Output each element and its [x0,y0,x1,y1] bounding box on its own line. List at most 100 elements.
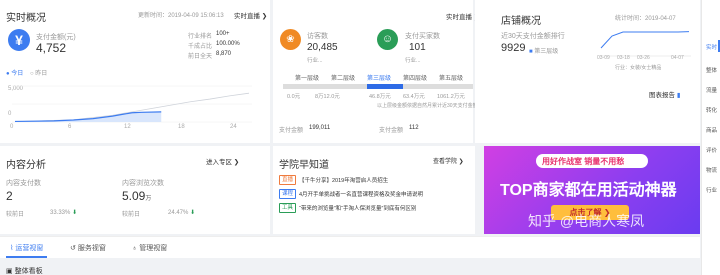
rank-pct-value: 100.00% [216,41,240,47]
x-tick-18: 18 [178,124,185,130]
manage-icon: ♁ [132,245,138,252]
level-value-6: 1061.2万元 [437,94,465,100]
pay-amount-value: 4,752 [36,41,67,55]
prev-day-value: 8,870 [216,51,232,57]
realtime-title: 实时概况 [6,13,46,24]
buyers-sub: 行业... [405,58,421,64]
academy-item-1[interactable]: 【千牛分享】2019年淘营启人员招生 [299,176,388,184]
shop-x-tick-1: 03-09 [597,55,610,61]
chart-icon: ⌇ [10,245,14,252]
side-nav-goods[interactable]: 商品 [702,126,720,134]
y-tick-bottom: 0 [8,111,12,117]
tab-operations[interactable]: ⌇ 运营视窗 [6,243,48,258]
content-pay-label: 内容支付数 [6,180,41,187]
realtime-card: 实时概况 更新时间：2019-04-09 15:06:13 实时直播 ❯ ¥ 支… [0,0,270,143]
content-views-label: 内容浏览次数 [122,180,164,187]
content-views-value: 5.09万 [122,189,152,203]
level-tab-3[interactable]: 第三层级 [363,74,395,84]
level-tab-1[interactable]: 第一层级 [291,74,323,84]
prev-day-label: 前日全天 [188,54,213,60]
level-tab-5[interactable]: 第五层级 [435,74,467,84]
shop-rank-chart [599,31,691,57]
tab-service[interactable]: ↺ 服务视窗 [70,243,106,253]
content-pay-value: 2 [6,189,13,203]
shop-x-tick-2: 03-18 [617,55,630,61]
level-value-5: 63.4万元 [403,94,425,100]
shop-chart-note: 行业：女装/女士精品 [615,65,662,71]
shop-report-button[interactable]: 图表报告 ▮ [649,89,680,99]
shop-title: 店铺概况 [501,16,541,27]
side-nav-industry[interactable]: 行业 [702,186,720,194]
content-views-compare-label: 较前日 [122,212,141,218]
rank-value: 100+ [216,31,230,37]
watermark: 知乎 @电商人寒凤 [528,213,645,229]
realtime-live-button[interactable]: 实时直播 ❯ [234,10,267,20]
view-tabs: ⌇ 运营视窗 ↺ 服务视窗 ♁ 管理视窗 知乎 @电商人寒凤 [0,213,700,258]
x-tick-0: 0 [10,124,14,130]
banner-top-text: 用好作战室 销量不用愁 [542,157,625,166]
academy-item-3[interactable]: “带来的浏览量”和“手淘人保浏览量”到底有何区别 [299,204,416,212]
tab-management[interactable]: ♁ 管理视窗 [132,243,167,253]
academy-card: 学院早知道 查看学院 ❯ 直播 【千牛分享】2019年淘营启人员招生 课程 4月… [273,146,475,234]
realtime-chart [12,85,252,123]
level-tab-2[interactable]: 第二层级 [327,74,359,84]
level-value-1: 0.0元 [287,94,301,100]
academy-tag-tool: 工具 [279,203,297,213]
report-chart-icon: ▮ [676,92,681,99]
side-nav-traffic[interactable]: 流量 [702,86,720,94]
down-arrow-icon: ⬇ [190,210,196,216]
shop-rank-line [600,31,690,49]
academy-tag-live: 直播 [279,175,297,185]
content-views-compare-value: 24.47% ⬇ [168,210,196,216]
academy-title: 学院早知道 [279,160,329,171]
content-pay-compare-label: 较前日 [6,212,25,218]
shop-card: 店铺概况 统计时间：2019-04-07 近30天支付金额排行 9929 ■ 第… [475,0,700,143]
academy-more-button[interactable]: 查看学院 ❯ [433,156,464,165]
level-bar-inactive-2 [403,84,473,89]
x-tick-24: 24 [230,124,237,130]
buyer-icon: ☺ [377,29,398,50]
content-pay-compare-value: 33.33% ⬇ [50,210,78,216]
side-nav: 实时 整体 流量 转化 商品 评价 物流 行业 [701,0,720,275]
side-nav-conversion[interactable]: 转化 [702,106,720,114]
shop-stat-time: 统计时间：2019-04-07 [615,16,676,22]
down-arrow-icon: ⬇ [72,210,78,216]
visitors-label: 访客数 [307,33,328,40]
academy-tag-course: 课程 [279,189,297,199]
visitors-value: 20,485 [307,42,338,53]
x-tick-6: 6 [68,124,72,130]
level-value-2: 8万12.0元 [315,94,340,100]
rank-pct-label: 千成占比 [188,44,213,50]
level-value-4: 46.8万元 [369,94,391,100]
bottom-section-title: ▣ 整体看板 [6,268,43,275]
visitors-sub: 行业... [307,58,323,64]
pay-label-right: 支付金额 [379,128,404,134]
side-nav-logistics[interactable]: 物流 [702,166,720,174]
buyers-value: 101 [409,42,426,53]
rank-label: 行业排名 [188,34,213,40]
pay-value-right: 112 [409,125,419,131]
shop-level-label: ■ 第三层级 [529,49,559,55]
shop-x-tick-4: 04-07 [671,55,684,61]
active-tab-underline [6,256,48,258]
shop-rank-label: 近30天支付金额排行 [501,33,565,40]
yen-icon: ¥ [8,29,30,51]
series-area-today [15,111,162,122]
level-bar-inactive-1 [283,84,367,89]
shop-rank-value: 9929 [501,42,526,54]
banner-main-text: TOP商家都在用活动神器 [500,182,677,199]
grid-icon: ▣ [6,268,13,275]
level-bar-active [367,84,403,89]
level-tab-4[interactable]: 第四层级 [399,74,431,84]
side-nav-review[interactable]: 评价 [702,146,720,154]
academy-item-2[interactable]: 4月开手单挑战者一名直营课程资格及奖金申请说明 [299,190,423,198]
buyers-label: 支付买家数 [405,33,440,40]
shop-x-tick-3: 03-26 [637,55,650,61]
service-icon: ↺ [70,245,76,252]
pay-label-left: 支付金额 [279,128,304,134]
realtime-update-time: 更新时间：2019-04-09 15:06:13 [138,13,224,19]
side-nav-overall[interactable]: 整体 [702,66,720,74]
content-card: 内容分析 进入专区 ❯ 内容支付数 2 较前日 33.33% ⬇ 内容浏览次数 … [0,146,270,234]
x-tick-12: 12 [124,124,131,130]
content-enter-button[interactable]: 进入专区 ❯ [206,156,239,166]
